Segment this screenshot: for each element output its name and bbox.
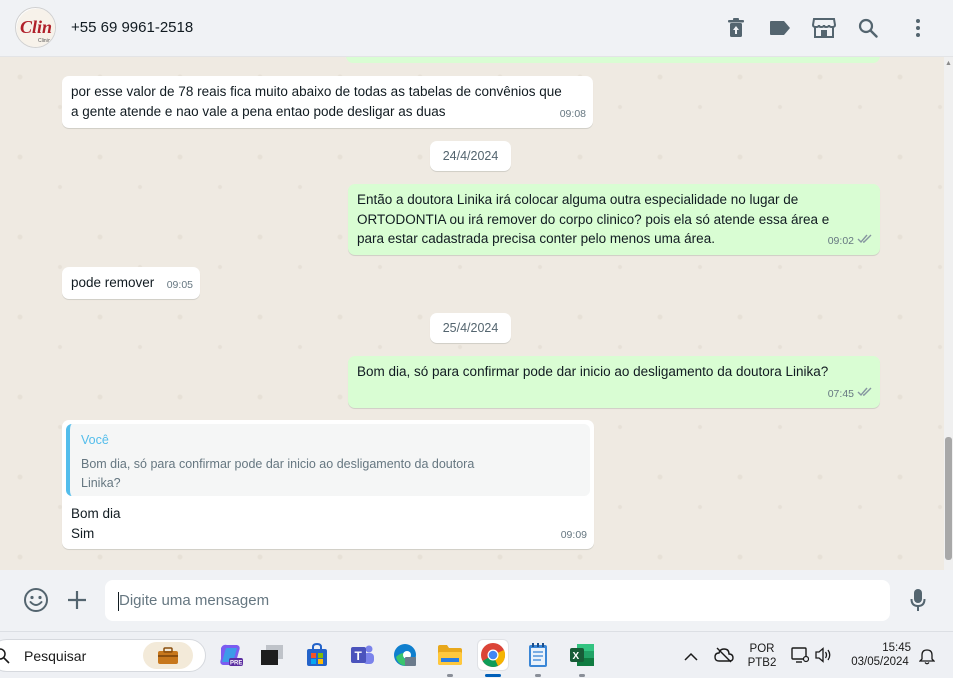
clock-date: 03/05/2024 [851,656,909,668]
message-input[interactable] [105,580,890,621]
search-icon[interactable] [856,16,880,40]
date-separator: 24/4/2024 [430,141,511,171]
excel-icon[interactable]: X [567,640,597,677]
message-time: 09:09 [560,528,587,541]
message-time: 09:02 [827,234,854,247]
message-text: por esse valor de 78 reais fica muito ab… [71,84,562,119]
date-label: 25/4/2024 [442,321,499,335]
taskbar-search-label: Pesquisar [24,648,87,664]
microsoft-store-icon[interactable] [302,640,332,670]
language-code: POR [749,643,775,655]
read-receipt-icon [857,232,873,252]
taskbar-search-icon [0,648,10,664]
message-outgoing[interactable]: Então a doutora Linika irá colocar algum… [348,184,880,255]
delete-chat-icon[interactable] [724,16,748,40]
svg-text:T: T [355,649,363,663]
message-meta: 09:05 [167,276,193,296]
network-display-icon[interactable] [791,647,810,669]
cloud-sync-off-icon[interactable] [714,647,734,668]
windows-taskbar: Pesquisar PRE T X POR PTB2 15:45 03/05/2… [0,631,953,678]
running-indicator [579,674,585,677]
avatar-logo-text: Clin [20,17,52,37]
emoji-icon[interactable] [22,586,50,614]
contact-name[interactable]: +55 69 9961-2518 [71,19,193,36]
store-catalog-icon[interactable] [812,16,836,40]
clock[interactable]: 15:45 03/05/2024 [845,641,915,669]
avatar-logo-sub: Clinic [38,38,51,44]
message-meta: 09:09 [561,526,587,546]
attach-plus-icon[interactable] [63,586,91,614]
keyboard-language-indicator[interactable]: POR PTB2 [747,642,777,670]
teams-icon[interactable]: T [347,640,377,670]
svg-text:X: X [573,651,580,662]
quote-author: Você [81,433,109,447]
conversation-panel[interactable]: por esse valor de 78 reais fica muito ab… [0,57,953,570]
message-time: 09:05 [166,278,193,291]
text-caret [118,592,119,611]
clock-time: 15:45 [882,642,911,654]
message-outgoing[interactable]: Bom dia, só para confirmar pode dar inic… [348,356,880,408]
message-time: 09:08 [559,107,586,120]
scroll-up-arrow-icon[interactable]: ▲ [945,60,952,67]
message-incoming[interactable]: pode remover 09:05 [62,267,200,299]
message-meta: 09:08 [560,105,586,125]
keyboard-layout: PTB2 [747,657,777,669]
menu-kebab-icon[interactable] [906,16,930,40]
notepad-icon[interactable] [523,640,553,677]
chrome-browser-icon[interactable] [478,640,508,677]
previous-message-edge [346,57,880,63]
message-text: Então a doutora Linika irá colocar algum… [357,192,830,246]
scrollbar-thumb[interactable] [945,437,952,560]
date-separator: 25/4/2024 [430,313,511,343]
message-meta: 07:45 [828,385,873,405]
read-receipt-icon [857,385,873,405]
running-indicator [535,674,541,677]
message-incoming-reply[interactable]: Você Bom dia, só para confirmar pode dar… [62,420,594,549]
message-text: Bom dia Sim [71,506,121,541]
clinic-logo-icon: Clin Clinic [16,8,55,47]
message-incoming[interactable]: por esse valor de 78 reais fica muito ab… [62,76,593,128]
chat-header: Clin Clinic +55 69 9961-2518 [0,0,953,57]
copilot-icon[interactable]: PRE [215,640,245,670]
message-time: 07:45 [827,387,854,400]
taskbar-search-box[interactable]: Pesquisar [0,639,206,672]
message-text: Bom dia, só para confirmar pode dar inic… [357,364,829,379]
file-explorer-icon[interactable] [435,640,465,677]
quoted-message[interactable]: Você Bom dia, só para confirmar pode dar… [66,424,590,496]
contact-avatar[interactable]: Clin Clinic [15,7,56,48]
desktop-switcher-icon[interactable] [257,640,287,670]
message-meta: 09:02 [828,232,873,252]
date-label: 24/4/2024 [442,149,499,163]
label-tag-icon[interactable] [768,16,792,40]
notification-bell-icon[interactable] [918,647,936,670]
volume-speaker-icon[interactable] [815,647,833,668]
running-indicator [447,674,453,677]
quote-text: Bom dia, só para confirmar pode dar inic… [81,456,475,491]
microphone-icon[interactable] [904,586,932,614]
running-indicator-active [485,674,501,677]
copilot-badge: PRE [230,661,242,667]
search-highlight-briefcase-icon[interactable] [143,642,193,669]
edge-browser-icon[interactable] [390,640,420,670]
tray-overflow-chevron-up-icon[interactable] [684,649,698,667]
message-composer [0,570,953,631]
